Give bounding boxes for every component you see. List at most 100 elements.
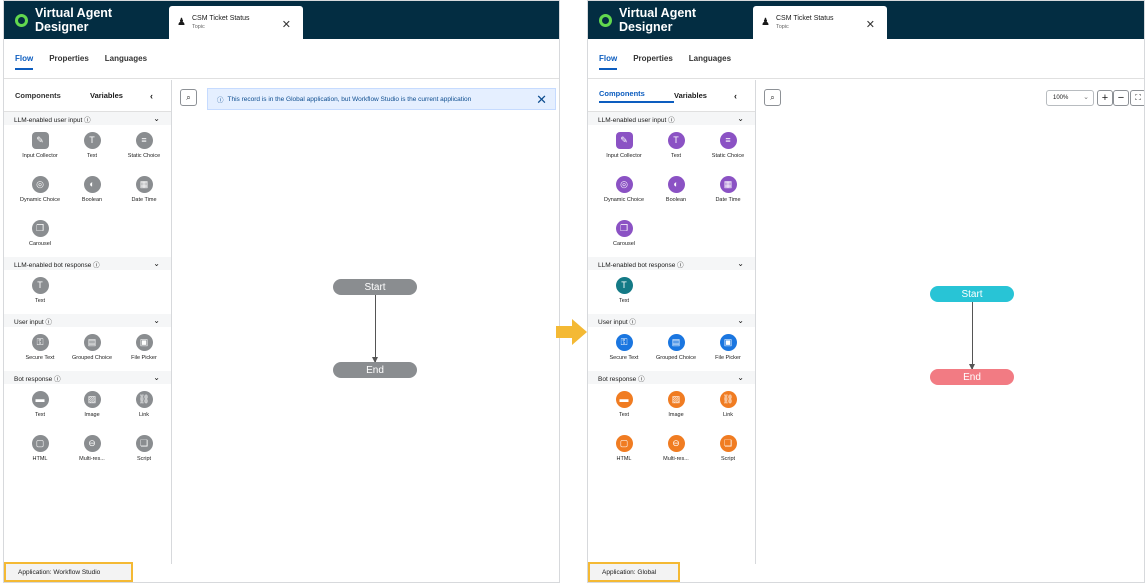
component-secure-text[interactable]: ⚿ Secure Text (598, 327, 650, 371)
app-brand: Virtual Agent Designer (588, 1, 753, 39)
dynamic-choice-icon: ◎ (615, 176, 633, 193)
zoom-out-button[interactable]: − (1113, 90, 1129, 106)
component-input-collector[interactable]: ✎ Input Collector (598, 125, 650, 169)
end-node[interactable]: End (930, 369, 1014, 385)
close-banner-icon[interactable]: ✕ (536, 92, 547, 108)
section-header[interactable]: User input ⓘ ⌄ (588, 314, 755, 327)
date-time-icon: ▦ (719, 176, 737, 193)
component-file-picker[interactable]: ▣ File Picker (118, 327, 170, 371)
component-bot-text[interactable]: T Text (14, 270, 66, 314)
component-boolean[interactable]: ◐ Boolean (66, 169, 118, 213)
zoom-value: 100% (1053, 95, 1069, 101)
fit-screen-icon[interactable]: ⛶ (1130, 90, 1144, 106)
search-icon[interactable]: ⌕ (180, 89, 197, 106)
chevron-down-icon[interactable]: ⌄ (737, 373, 744, 382)
component-input-collector[interactable]: ✎ Input Collector (14, 125, 66, 169)
static-choice-icon: ≡ (719, 132, 737, 149)
collapse-sidebar-icon[interactable]: ‹ (150, 91, 153, 101)
html-icon: ▢ (31, 435, 49, 452)
component-label: Text (618, 298, 630, 304)
component-grouped-choice[interactable]: ▤ Grouped Choice (650, 327, 702, 371)
app-logo-icon (15, 13, 28, 27)
tab-properties[interactable]: Properties (49, 54, 89, 70)
component-text[interactable]: T Text (66, 125, 118, 169)
component-image[interactable]: ▨ Image (66, 384, 118, 428)
flow-canvas[interactable]: ⌕ ⓘ This record is in the Global applica… (172, 80, 559, 564)
component-text[interactable]: T Text (650, 125, 702, 169)
tab-properties[interactable]: Properties (633, 54, 673, 70)
component-bot-text[interactable]: T Text (598, 270, 650, 314)
start-node[interactable]: Start (930, 286, 1014, 302)
component-carousel[interactable]: ❐ Carousel (598, 213, 650, 257)
topic-tab[interactable]: ♟ CSM Ticket Status Topic ✕ (169, 6, 303, 39)
tab-components[interactable]: Components (15, 91, 90, 100)
component-link[interactable]: ⛓ Link (118, 384, 170, 428)
component-html[interactable]: ▢ HTML (598, 428, 650, 472)
tab-variables[interactable]: Variables (90, 91, 150, 100)
tab-flow[interactable]: Flow (15, 54, 34, 70)
designer-panel-workflow-studio: Virtual Agent Designer ♟ CSM Ticket Stat… (3, 0, 560, 583)
component-carousel[interactable]: ❐ Carousel (14, 213, 66, 257)
component-label: Text (86, 153, 98, 159)
component-multi-response[interactable]: ⊖ Multi-res... (66, 428, 118, 472)
component-static-choice[interactable]: ≡ Static Choice (118, 125, 170, 169)
topic-icon: ♟ (761, 17, 770, 28)
tab-languages[interactable]: Languages (105, 54, 147, 70)
search-icon[interactable]: ⌕ (764, 89, 781, 106)
component-dynamic-choice[interactable]: ◎ Dynamic Choice (598, 169, 650, 213)
section-title: User input ⓘ (14, 318, 52, 326)
component-boolean[interactable]: ◐ Boolean (650, 169, 702, 213)
static-choice-icon: ≡ (135, 132, 153, 149)
component-image[interactable]: ▨ Image (650, 384, 702, 428)
close-tab-icon[interactable]: ✕ (282, 18, 291, 31)
chevron-down-icon[interactable]: ⌄ (153, 259, 160, 268)
section-header[interactable]: LLM-enabled user input ⓘ ⌄ (4, 112, 171, 125)
close-tab-icon[interactable]: ✕ (866, 18, 875, 31)
section-header[interactable]: LLM-enabled user input ⓘ ⌄ (588, 112, 755, 125)
section-header[interactable]: LLM-enabled bot response ⓘ ⌄ (588, 257, 755, 270)
collapse-sidebar-icon[interactable]: ‹ (734, 91, 737, 101)
component-multi-response[interactable]: ⊖ Multi-res... (650, 428, 702, 472)
component-script[interactable]: ❏ Script (702, 428, 754, 472)
chevron-down-icon[interactable]: ⌄ (153, 114, 160, 123)
zoom-in-button[interactable]: + (1097, 90, 1113, 106)
section-header[interactable]: LLM-enabled bot response ⓘ ⌄ (4, 257, 171, 270)
tab-components[interactable]: Components (599, 89, 674, 103)
component-response-text[interactable]: ▬ Text (598, 384, 650, 428)
component-response-text[interactable]: ▬ Text (14, 384, 66, 428)
section-header[interactable]: User input ⓘ ⌄ (4, 314, 171, 327)
chevron-down-icon[interactable]: ⌄ (153, 316, 160, 325)
section-header[interactable]: Bot response ⓘ ⌄ (4, 371, 171, 384)
component-date-time[interactable]: ▦ Date Time (118, 169, 170, 213)
tab-languages[interactable]: Languages (689, 54, 731, 70)
flow-connector (372, 295, 378, 363)
component-secure-text[interactable]: ⚿ Secure Text (14, 327, 66, 371)
topic-tab[interactable]: ♟ CSM Ticket Status Topic ✕ (753, 6, 887, 39)
component-label: Carousel (612, 241, 635, 247)
components-sidebar: Components Variables ‹ LLM-enabled user … (4, 80, 172, 564)
component-file-picker[interactable]: ▣ File Picker (702, 327, 754, 371)
end-node[interactable]: End (333, 362, 417, 378)
start-node[interactable]: Start (333, 279, 417, 295)
component-date-time[interactable]: ▦ Date Time (702, 169, 754, 213)
carousel-icon: ❐ (615, 220, 633, 237)
chevron-down-icon[interactable]: ⌄ (737, 316, 744, 325)
component-static-choice[interactable]: ≡ Static Choice (702, 125, 754, 169)
chevron-down-icon[interactable]: ⌄ (737, 114, 744, 123)
component-script[interactable]: ❏ Script (118, 428, 170, 472)
tab-variables[interactable]: Variables (674, 91, 734, 100)
chevron-down-icon[interactable]: ⌄ (737, 259, 744, 268)
component-html[interactable]: ▢ HTML (14, 428, 66, 472)
component-dynamic-choice[interactable]: ◎ Dynamic Choice (14, 169, 66, 213)
component-link[interactable]: ⛓ Link (702, 384, 754, 428)
flow-canvas[interactable]: ⌕ 100% ⌄ + − ⛶ i Start End (756, 80, 1144, 564)
component-label: Grouped Choice (71, 355, 113, 361)
section-header[interactable]: Bot response ⓘ ⌄ (588, 371, 755, 384)
zoom-select[interactable]: 100% ⌄ (1046, 90, 1094, 106)
chevron-down-icon[interactable]: ⌄ (153, 373, 160, 382)
section-title: Bot response ⓘ (598, 375, 645, 383)
link-icon: ⛓ (135, 391, 153, 408)
section-title: LLM-enabled bot response ⓘ (14, 261, 100, 269)
component-grouped-choice[interactable]: ▤ Grouped Choice (66, 327, 118, 371)
tab-flow[interactable]: Flow (599, 54, 618, 70)
